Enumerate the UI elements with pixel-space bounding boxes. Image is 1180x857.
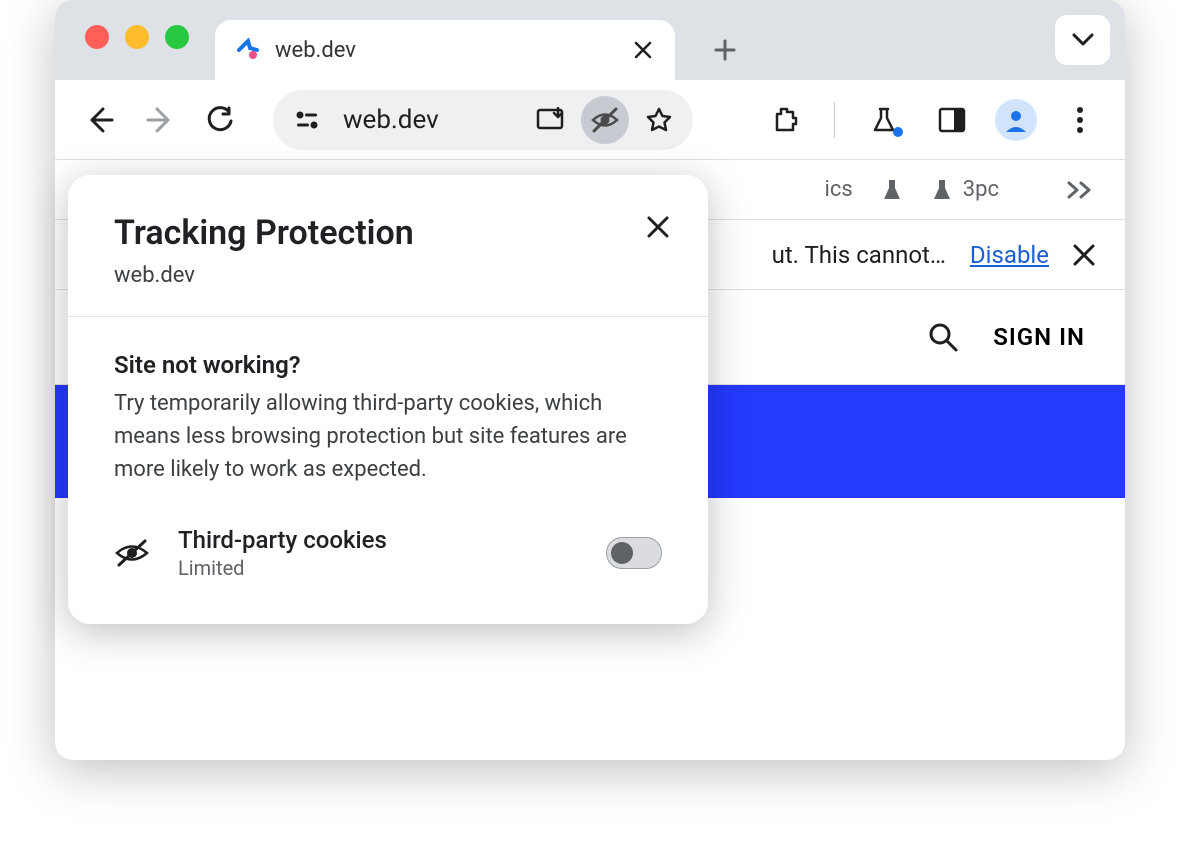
menu-dots-icon[interactable] xyxy=(1055,95,1105,145)
url-text: web.dev xyxy=(337,105,521,135)
bookmark-overflow-icon[interactable] xyxy=(1067,181,1095,199)
popover-title: Tracking Protection xyxy=(114,213,662,253)
address-bar[interactable]: web.dev xyxy=(273,90,693,150)
bookmark-star-icon[interactable] xyxy=(635,96,683,144)
toolbar: web.dev xyxy=(55,80,1125,160)
sidepanel-icon[interactable] xyxy=(927,95,977,145)
tabs-dropdown-button[interactable] xyxy=(1055,15,1110,65)
row-labels: Third-party cookies Limited xyxy=(178,526,582,580)
site-not-working-title: Site not working? xyxy=(114,351,662,379)
site-settings-icon[interactable] xyxy=(283,96,331,144)
tracking-protection-popover: Tracking Protection web.dev Site not wor… xyxy=(68,175,708,624)
labs-icon[interactable] xyxy=(859,95,909,145)
bookmark-item[interactable] xyxy=(881,178,903,202)
toolbar-divider xyxy=(834,102,835,138)
popover-body: Site not working? Try temporarily allowi… xyxy=(68,317,708,624)
reload-button[interactable] xyxy=(195,95,245,145)
extensions-icon[interactable] xyxy=(760,95,810,145)
infobar-text-partial: ut. This cannot… xyxy=(772,241,946,269)
bookmark-label: 3pc xyxy=(963,177,999,202)
profile-avatar[interactable] xyxy=(995,99,1037,141)
row-title: Third-party cookies xyxy=(178,526,582,554)
row-status: Limited xyxy=(178,556,582,580)
eye-slash-icon xyxy=(114,538,154,568)
toolbar-right xyxy=(760,95,1105,145)
bookmark-item-partial[interactable]: ics xyxy=(825,177,853,202)
tab-title: web.dev xyxy=(275,38,617,63)
close-window-button[interactable] xyxy=(85,25,109,49)
tab-strip: web.dev xyxy=(55,0,1125,80)
new-tab-button[interactable] xyxy=(700,25,750,75)
site-not-working-text: Try temporarily allowing third-party coo… xyxy=(114,387,662,486)
window-controls xyxy=(85,25,189,49)
minimize-window-button[interactable] xyxy=(125,25,149,49)
browser-tab[interactable]: web.dev xyxy=(215,20,675,80)
third-party-cookies-row: Third-party cookies Limited xyxy=(114,526,662,580)
popover-site: web.dev xyxy=(114,263,662,288)
third-party-cookies-toggle[interactable] xyxy=(606,537,662,569)
popover-close-button[interactable] xyxy=(638,207,678,247)
maximize-window-button[interactable] xyxy=(165,25,189,49)
infobar-close-icon[interactable] xyxy=(1073,244,1095,266)
sign-in-link[interactable]: SIGN IN xyxy=(993,323,1085,351)
search-icon[interactable] xyxy=(927,321,959,353)
site-favicon xyxy=(235,37,261,63)
back-button[interactable] xyxy=(75,95,125,145)
forward-button[interactable] xyxy=(135,95,185,145)
install-pwa-icon[interactable] xyxy=(527,96,575,144)
popover-header: Tracking Protection web.dev xyxy=(68,175,708,317)
bookmark-item-3pc[interactable]: 3pc xyxy=(931,177,999,202)
tracking-protection-icon[interactable] xyxy=(581,96,629,144)
close-tab-button[interactable] xyxy=(631,38,655,62)
disable-link[interactable]: Disable xyxy=(970,241,1049,269)
